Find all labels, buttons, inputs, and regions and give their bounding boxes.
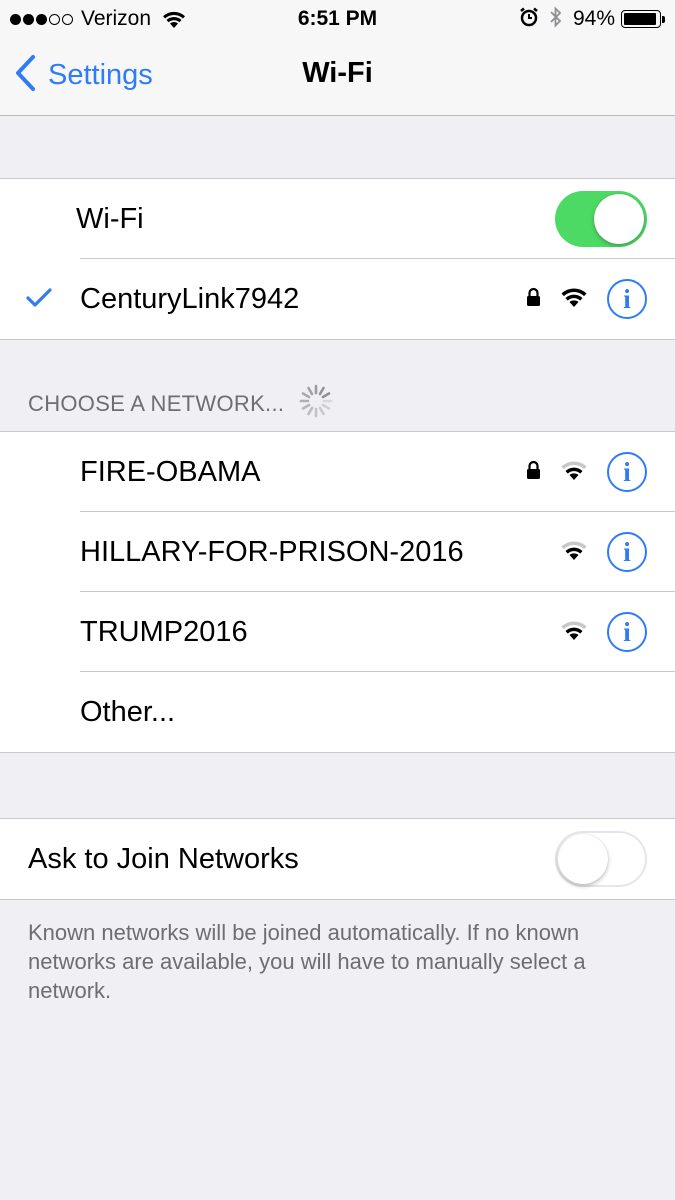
lock-icon <box>526 287 541 312</box>
wifi-settings-screen: Verizon 6:51 PM 94% Settings Wi-Fi Wi-Fi… <box>0 0 675 1200</box>
network-row[interactable]: FIRE-OBAMA i <box>0 432 675 512</box>
spinner-spoke <box>321 403 331 410</box>
network-row[interactable]: TRUMP2016 i <box>0 592 675 672</box>
checkmark-icon <box>26 287 52 314</box>
info-button[interactable]: i <box>607 612 647 652</box>
network-name: FIRE-OBAMA <box>80 456 261 488</box>
status-right: 94% <box>519 5 665 33</box>
toggle-knob <box>558 834 608 884</box>
section-header: CHOOSE A NETWORK... <box>28 382 334 426</box>
battery-percent: 94% <box>572 7 615 30</box>
battery-icon <box>621 10 661 28</box>
choose-network-header: CHOOSE A NETWORK... <box>28 391 285 416</box>
network-icons: i <box>559 592 647 672</box>
wifi-strength-icon <box>559 619 589 646</box>
ask-to-join-toggle[interactable] <box>555 831 647 887</box>
alarm-icon <box>519 7 539 32</box>
battery-level <box>624 13 656 25</box>
ask-to-join-row: Ask to Join Networks <box>0 819 675 899</box>
wifi-strength-icon <box>559 539 589 566</box>
wifi-toggle-row: Wi-Fi <box>0 179 675 259</box>
network-name: HILLARY-FOR-PRISON-2016 <box>80 536 464 568</box>
spinner-spoke <box>307 386 314 396</box>
spinner-spoke <box>321 392 331 399</box>
spinner-spoke <box>318 386 326 396</box>
bluetooth-icon <box>549 5 563 33</box>
info-button[interactable]: i <box>607 279 647 319</box>
wifi-toggle[interactable] <box>555 191 647 247</box>
battery-nub <box>662 15 665 23</box>
page-title: Wi-Fi <box>302 57 373 89</box>
ask-to-join-footer: Known networks will be joined automatica… <box>28 920 586 1003</box>
network-name: TRUMP2016 <box>80 616 248 648</box>
ask-to-join-label: Ask to Join Networks <box>28 843 299 875</box>
network-icons: i <box>526 432 647 512</box>
connected-network-row[interactable]: CenturyLink7942 i <box>0 259 675 339</box>
wifi-strength-icon <box>559 459 589 486</box>
wifi-strength-icon <box>559 286 589 313</box>
connected-network-name: CenturyLink7942 <box>80 283 300 315</box>
lock-icon <box>526 460 541 485</box>
toggle-knob <box>594 194 644 244</box>
network-icons: i <box>559 512 647 592</box>
network-icons: i <box>526 259 647 339</box>
status-bar: Verizon 6:51 PM 94% <box>0 0 675 40</box>
network-row[interactable]: HILLARY-FOR-PRISON-2016 i <box>0 512 675 592</box>
wifi-group: Wi-Fi CenturyLink7942 i <box>0 178 675 340</box>
other-network-row[interactable]: Other... <box>0 672 675 752</box>
navigation-bar: Settings Wi-Fi <box>0 40 675 116</box>
other-network-label: Other... <box>80 696 176 728</box>
spinner-spoke <box>302 403 311 410</box>
info-button[interactable]: i <box>607 532 647 572</box>
spinner-spoke <box>302 392 311 399</box>
spinner-spoke <box>307 406 314 416</box>
loading-spinner-icon <box>298 383 334 425</box>
wifi-label: Wi-Fi <box>76 203 144 235</box>
spinner-spoke <box>318 406 326 416</box>
ask-to-join-group: Ask to Join Networks <box>0 818 675 900</box>
networks-group: FIRE-OBAMA i HILLARY-FOR-PRISON-2016 i T… <box>0 431 675 753</box>
info-button[interactable]: i <box>607 452 647 492</box>
